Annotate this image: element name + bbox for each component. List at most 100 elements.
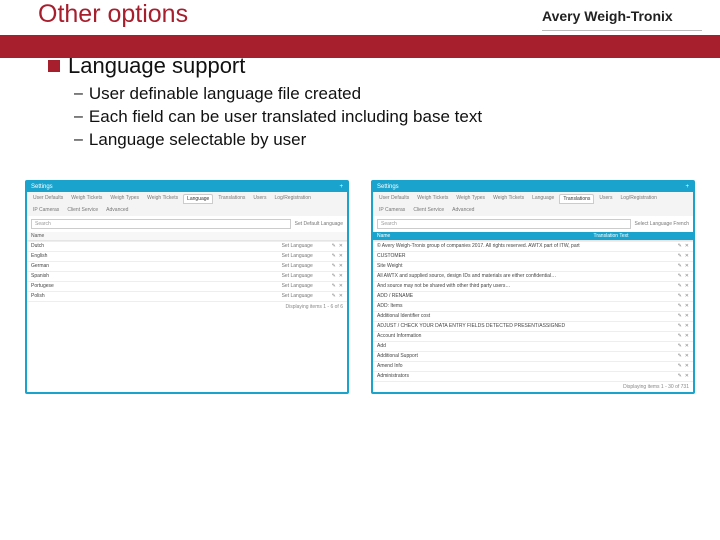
- tab-item[interactable]: Weigh Tickets: [144, 194, 181, 204]
- tab-item[interactable]: Translations: [215, 194, 248, 204]
- edit-icon[interactable]: ✎: [332, 263, 336, 269]
- delete-icon[interactable]: ✕: [339, 263, 343, 269]
- dash-icon: –: [74, 106, 83, 128]
- tab-item[interactable]: User Defaults: [376, 194, 412, 204]
- edit-icon[interactable]: ✎: [678, 353, 682, 359]
- delete-icon[interactable]: ✕: [685, 303, 689, 309]
- table-header: NameTranslation Text: [373, 232, 693, 240]
- search-input[interactable]: Search: [377, 219, 631, 229]
- edit-icon[interactable]: ✎: [678, 333, 682, 339]
- toolbar-row: Search Set Default Language: [27, 216, 347, 232]
- delete-icon[interactable]: ✕: [339, 253, 343, 259]
- table-row[interactable]: Additional Identifier cost✎✕: [373, 311, 693, 321]
- delete-icon[interactable]: ✕: [685, 263, 689, 269]
- table-row[interactable]: SpanishSet Language✎✕: [27, 271, 347, 281]
- plus-icon[interactable]: +: [339, 184, 343, 190]
- tab-item[interactable]: User Defaults: [30, 194, 66, 204]
- table-row[interactable]: GermanSet Language✎✕: [27, 261, 347, 271]
- table-row[interactable]: PolishSet Language✎✕: [27, 291, 347, 301]
- delete-icon[interactable]: ✕: [685, 353, 689, 359]
- delete-icon[interactable]: ✕: [685, 243, 689, 249]
- table-row[interactable]: ADD / RENAME✎✕: [373, 291, 693, 301]
- edit-icon[interactable]: ✎: [678, 363, 682, 369]
- tab-item[interactable]: Weigh Tickets: [68, 194, 105, 204]
- edit-icon[interactable]: ✎: [678, 263, 682, 269]
- table-row[interactable]: ADD: Items✎✕: [373, 301, 693, 311]
- table-row[interactable]: ADJUST / CHECK YOUR DATA ENTRY FIELDS DE…: [373, 321, 693, 331]
- edit-icon[interactable]: ✎: [678, 373, 682, 379]
- tab-item[interactable]: Client Service: [64, 206, 101, 214]
- delete-icon[interactable]: ✕: [339, 283, 343, 289]
- edit-icon[interactable]: ✎: [678, 273, 682, 279]
- tab-item[interactable]: Users: [250, 194, 269, 204]
- tab-item[interactable]: Weigh Types: [107, 194, 142, 204]
- table-row[interactable]: DutchSet Language✎✕: [27, 241, 347, 251]
- edit-icon[interactable]: ✎: [332, 293, 336, 299]
- delete-icon[interactable]: ✕: [685, 253, 689, 259]
- table-body: © Avery Weigh-Tronix group of companies …: [373, 240, 693, 381]
- table-header: Name: [27, 232, 347, 240]
- tab-item[interactable]: Users: [596, 194, 615, 204]
- tab-item[interactable]: Weigh Tickets: [490, 194, 527, 204]
- table-row[interactable]: Additional Support✎✕: [373, 351, 693, 361]
- delete-icon[interactable]: ✕: [685, 333, 689, 339]
- edit-icon[interactable]: ✎: [678, 313, 682, 319]
- bullet-square-icon: [48, 60, 60, 72]
- edit-icon[interactable]: ✎: [678, 303, 682, 309]
- delete-icon[interactable]: ✕: [685, 323, 689, 329]
- tab-item[interactable]: Log/Registration: [271, 194, 313, 204]
- language-selector[interactable]: Select Language French: [635, 221, 689, 227]
- edit-icon[interactable]: ✎: [678, 243, 682, 249]
- edit-icon[interactable]: ✎: [332, 283, 336, 289]
- pager-text: Displaying items 1 - 30 of 731: [373, 381, 693, 392]
- edit-icon[interactable]: ✎: [678, 323, 682, 329]
- edit-icon[interactable]: ✎: [332, 253, 336, 259]
- table-row[interactable]: All AWTX and supplied source, design IDs…: [373, 271, 693, 281]
- edit-icon[interactable]: ✎: [678, 253, 682, 259]
- pager-text: Displaying items 1 - 6 of 6: [27, 301, 347, 312]
- tab-item[interactable]: Language: [529, 194, 557, 204]
- delete-icon[interactable]: ✕: [685, 273, 689, 279]
- delete-icon[interactable]: ✕: [685, 293, 689, 299]
- edit-icon[interactable]: ✎: [332, 273, 336, 279]
- edit-icon[interactable]: ✎: [678, 343, 682, 349]
- edit-icon[interactable]: ✎: [332, 243, 336, 249]
- edit-icon[interactable]: ✎: [678, 293, 682, 299]
- tab-item[interactable]: Advanced: [449, 206, 477, 214]
- bullet-list: –User definable language file created –E…: [74, 83, 700, 152]
- screenshot-row: Settings+ User DefaultsWeigh TicketsWeig…: [0, 152, 720, 394]
- tab-item[interactable]: Weigh Tickets: [414, 194, 451, 204]
- tab-item[interactable]: Translations: [559, 194, 594, 204]
- window-title: Settings: [31, 184, 53, 190]
- table-row[interactable]: Site Weight✎✕: [373, 261, 693, 271]
- tab-item[interactable]: Language: [183, 194, 213, 204]
- delete-icon[interactable]: ✕: [685, 373, 689, 379]
- language-selector[interactable]: Set Default Language: [295, 221, 343, 227]
- table-row[interactable]: PortugeseSet Language✎✕: [27, 281, 347, 291]
- search-input[interactable]: Search: [31, 219, 291, 229]
- delete-icon[interactable]: ✕: [685, 283, 689, 289]
- delete-icon[interactable]: ✕: [339, 293, 343, 299]
- tab-item[interactable]: IP Cameras: [30, 206, 62, 214]
- table-row[interactable]: Administrators✎✕: [373, 371, 693, 381]
- table-row[interactable]: EnglishSet Language✎✕: [27, 251, 347, 261]
- delete-icon[interactable]: ✕: [685, 313, 689, 319]
- tab-item[interactable]: IP Cameras: [376, 206, 408, 214]
- table-row[interactable]: And source may not be shared with other …: [373, 281, 693, 291]
- table-row[interactable]: Add✎✕: [373, 341, 693, 351]
- edit-icon[interactable]: ✎: [678, 283, 682, 289]
- delete-icon[interactable]: ✕: [685, 343, 689, 349]
- tab-item[interactable]: Client Service: [410, 206, 447, 214]
- table-row[interactable]: © Avery Weigh-Tronix group of companies …: [373, 241, 693, 251]
- plus-icon[interactable]: +: [685, 184, 689, 190]
- delete-icon[interactable]: ✕: [685, 363, 689, 369]
- delete-icon[interactable]: ✕: [339, 243, 343, 249]
- list-item: –Each field can be user translated inclu…: [74, 106, 700, 129]
- table-row[interactable]: Account Information✎✕: [373, 331, 693, 341]
- table-row[interactable]: CUSTOMER✎✕: [373, 251, 693, 261]
- tab-item[interactable]: Log/Registration: [617, 194, 659, 204]
- delete-icon[interactable]: ✕: [339, 273, 343, 279]
- table-row[interactable]: Amend Info✎✕: [373, 361, 693, 371]
- tab-item[interactable]: Advanced: [103, 206, 131, 214]
- tab-item[interactable]: Weigh Types: [453, 194, 488, 204]
